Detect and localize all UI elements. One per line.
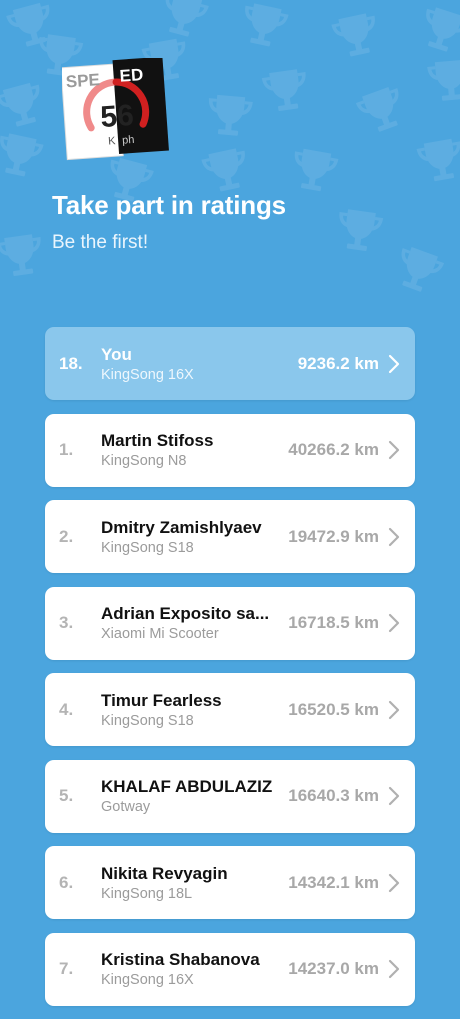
chevron-right-icon xyxy=(388,700,400,719)
rating-user-info: Kristina Shabanova KingSong 16X xyxy=(101,950,288,988)
rating-distance: 9236.2 km xyxy=(297,353,379,373)
rating-rank: 6. xyxy=(59,872,74,892)
rating-rank: 5. xyxy=(59,786,74,805)
chevron-right-icon xyxy=(388,873,400,892)
rating-user-name: Kristina Shabanova xyxy=(101,950,260,969)
trophy-pattern-background xyxy=(0,0,460,297)
chevron-right-icon xyxy=(388,786,400,806)
chevron-right-icon xyxy=(388,440,400,460)
rating-vehicle-model: KingSong S18 xyxy=(101,539,194,556)
rating-row[interactable]: 7. Kristina Shabanova KingSong 16X 14237… xyxy=(45,932,415,1006)
chevron-right-icon xyxy=(388,354,400,373)
rating-row[interactable]: 2. Dmitry Zamishlyaev KingSong S18 19472… xyxy=(45,500,415,573)
svg-text:ED: ED xyxy=(119,65,144,86)
rating-row-self[interactable]: 18. You KingSong 16X 9236.2 km xyxy=(45,327,415,400)
rating-row[interactable]: 5. KHALAF ABDULAZIZ Gotway 16640.3 km xyxy=(45,759,415,833)
rating-distance: 40266.2 km xyxy=(288,440,379,459)
rating-distance: 14342.1 km xyxy=(288,872,379,892)
rating-user-info: Dmitry Zamishlyaev KingSong S18 xyxy=(101,518,288,556)
rating-user-name: Timur Fearless xyxy=(101,690,222,710)
page-subtitle: Be the first! xyxy=(52,232,149,253)
rating-rank: 18. xyxy=(59,353,83,373)
rating-row[interactable]: 3. Adrian Exposito sa... Xiaomi Mi Scoot… xyxy=(45,586,415,660)
rating-user-info: KHALAF ABDULAZIZ Gotway xyxy=(101,777,288,815)
rating-user-info: You KingSong 16X xyxy=(101,345,298,383)
rating-vehicle-model: KingSong N8 xyxy=(101,453,187,469)
ratings-list: 18. You KingSong 16X 9236.2 km 1. Martin… xyxy=(45,327,415,1019)
rating-row[interactable]: 4. Timur Fearless KingSong S18 16520.5 k… xyxy=(45,673,415,746)
rating-rank: 7. xyxy=(59,959,74,978)
svg-text:SPE: SPE xyxy=(65,70,100,91)
svg-text:56: 56 xyxy=(99,99,135,134)
rating-rank: 1. xyxy=(59,440,74,459)
rating-vehicle-model: KingSong 16X xyxy=(101,366,194,383)
rating-distance: 16520.5 km xyxy=(288,699,379,719)
rating-rank: 3. xyxy=(59,613,74,632)
rating-vehicle-model: KingSong S18 xyxy=(101,712,194,729)
rating-user-name: You xyxy=(101,344,132,364)
rating-distance: 16640.3 km xyxy=(288,786,379,805)
rating-user-info: Martin Stifoss KingSong N8 xyxy=(101,431,288,469)
chevron-right-icon xyxy=(388,959,400,979)
rating-vehicle-model: Xiaomi Mi Scooter xyxy=(101,626,219,642)
chevron-right-icon xyxy=(388,613,400,633)
rating-user-name: KHALAF ABDULAZIZ xyxy=(101,777,273,796)
svg-text:ph: ph xyxy=(122,134,135,147)
rating-rank: 4. xyxy=(59,699,74,719)
rating-rank: 2. xyxy=(59,526,74,546)
rating-user-info: Nikita Revyagin KingSong 18L xyxy=(101,864,288,902)
rating-vehicle-model: KingSong 16X xyxy=(101,972,194,988)
rating-distance: 14237.0 km xyxy=(288,959,379,978)
rating-vehicle-model: Gotway xyxy=(101,799,151,815)
rating-user-info: Timur Fearless KingSong S18 xyxy=(101,691,288,729)
rating-user-name: Martin Stifoss xyxy=(101,431,214,450)
rating-user-name: Dmitry Zamishlyaev xyxy=(101,517,262,537)
rating-distance: 19472.9 km xyxy=(288,526,379,546)
page-title: Take part in ratings xyxy=(52,190,286,220)
rating-user-info: Adrian Exposito sa... Xiaomi Mi Scooter xyxy=(101,604,288,642)
speed-logo: SPE ED 56 K ph xyxy=(62,58,169,161)
rating-row[interactable]: 6. Nikita Revyagin KingSong 18L 14342.1 … xyxy=(45,846,415,919)
rating-row[interactable]: 1. Martin Stifoss KingSong N8 40266.2 km xyxy=(45,413,415,487)
rating-user-name: Adrian Exposito sa... xyxy=(101,604,270,623)
chevron-right-icon xyxy=(388,527,400,546)
rating-user-name: Nikita Revyagin xyxy=(101,863,228,883)
rating-distance: 16718.5 km xyxy=(288,613,379,632)
rating-vehicle-model: KingSong 18L xyxy=(101,885,193,902)
